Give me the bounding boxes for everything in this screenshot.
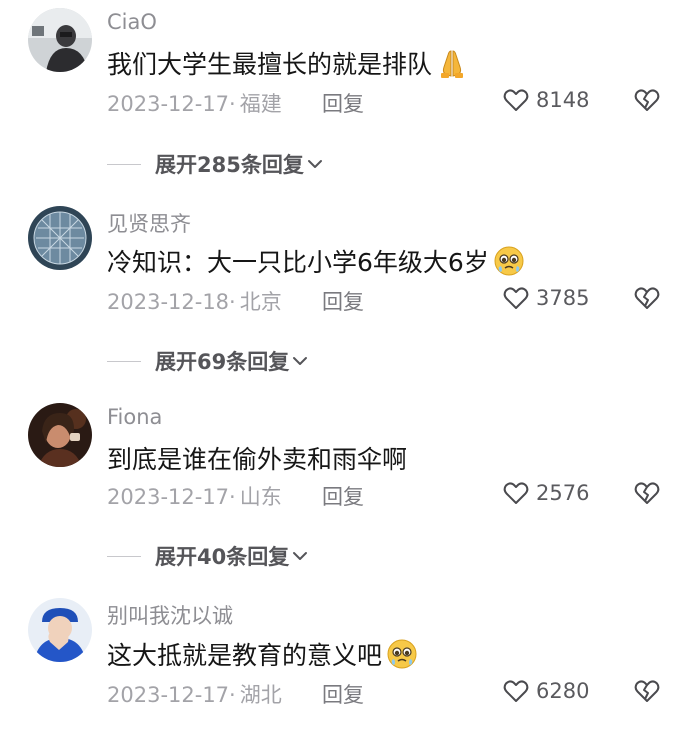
comment-meta: 2023-12-17· 湖北 [107,679,282,709]
reply-button[interactable]: 回复 [322,679,364,709]
like-count: 2576 [536,481,590,505]
comment-text: 到底是谁在偷外卖和雨伞啊 [107,440,407,476]
broken-heart-icon[interactable] [633,677,661,705]
broken-heart-icon[interactable] [633,86,661,114]
like-button[interactable]: 6280 [502,677,589,705]
heart-icon [503,680,529,702]
username[interactable]: Fiona [107,405,162,429]
reply-button[interactable]: 回复 [322,286,364,316]
heart-icon [503,89,529,111]
like-count: 8148 [536,88,590,112]
avatar[interactable] [28,598,92,662]
expand-replies-label: 展开285条回复 [155,153,304,177]
comment-text: 冷知识：大一只比小学6年级大6岁 [107,243,525,279]
username[interactable]: 别叫我沈以诚 [107,600,233,630]
heart-icon [503,287,529,309]
like-count: 6280 [536,679,590,703]
comment-date: 2023-12-18· [107,290,236,314]
avatar[interactable] [28,8,92,72]
expand-replies-button[interactable]: 展开285条回复 [107,149,324,179]
chevron-down-icon [293,357,308,365]
comment-meta: 2023-12-17· 福建 [107,88,282,118]
divider [107,360,141,362]
expand-replies-label: 展开40条回复 [155,545,290,569]
username[interactable]: 见贤思齐 [107,208,191,238]
comment-text-body: 这大抵就是教育的意义吧 [107,641,383,670]
like-button[interactable]: 2576 [502,479,589,507]
comment-meta: 2023-12-18· 北京 [107,286,282,316]
comment-text-body: 冷知识：大一只比小学6年级大6岁 [107,248,489,277]
reply-button[interactable]: 回复 [322,88,364,118]
comment-date: 2023-12-17· [107,683,236,707]
expand-replies-button[interactable]: 展开69条回复 [107,346,309,376]
pleading-face-emoji [386,638,418,670]
expand-replies-button[interactable]: 展开40条回复 [107,541,309,571]
comment-date: 2023-12-17· [107,485,236,509]
folded-hands-emoji [436,47,468,79]
broken-heart-icon[interactable] [633,284,661,312]
comment-text-body: 到底是谁在偷外卖和雨伞啊 [107,445,408,474]
divider [107,163,141,165]
like-button[interactable]: 8148 [502,86,589,114]
comment-location: 山东 [239,485,282,509]
username[interactable]: CiaO [107,10,157,34]
comment-location: 北京 [239,290,282,314]
comment-meta: 2023-12-17· 山东 [107,481,282,511]
divider [107,555,141,557]
pleading-face-emoji [493,245,525,277]
comment-location: 湖北 [239,683,282,707]
heart-icon [503,482,529,504]
comment-text-body: 我们大学生最擅长的就是排队 [107,50,433,79]
reply-button[interactable]: 回复 [322,481,364,511]
expand-replies-label: 展开69条回复 [155,350,290,374]
like-count: 3785 [536,286,590,310]
avatar[interactable] [28,206,92,270]
avatar[interactable] [28,403,92,467]
comment-text: 我们大学生最擅长的就是排队 [107,45,468,81]
chevron-down-icon [293,552,308,560]
like-button[interactable]: 3785 [502,284,589,312]
comment-text: 这大抵就是教育的意义吧 [107,636,418,672]
broken-heart-icon[interactable] [633,479,661,507]
comment-date: 2023-12-17· [107,92,236,116]
comment-location: 福建 [239,92,282,116]
chevron-down-icon [307,160,322,168]
